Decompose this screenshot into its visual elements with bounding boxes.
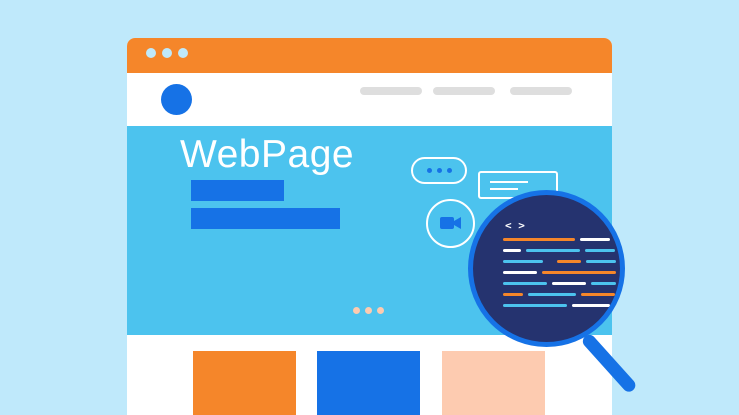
window-dot-2[interactable]	[162, 48, 172, 58]
hero-placeholder-bar-long	[191, 208, 340, 229]
pagination-dot-2[interactable]	[365, 307, 372, 314]
chat-dots-icon	[411, 157, 467, 184]
hero-placeholder-bar-short	[191, 180, 284, 201]
logo-circle[interactable]	[161, 84, 192, 115]
content-card-peach[interactable]	[442, 351, 545, 415]
content-card-orange[interactable]	[193, 351, 296, 415]
window-dot-1[interactable]	[146, 48, 156, 58]
window-dot-3[interactable]	[178, 48, 188, 58]
title-bar	[127, 38, 612, 73]
hero-title: WebPage	[180, 133, 355, 176]
magnifier-icon: < >	[468, 190, 625, 347]
code-brackets-icon: < >	[505, 219, 525, 232]
nav-link-2[interactable]	[433, 87, 495, 95]
pagination-dot-1[interactable]	[353, 307, 360, 314]
nav-bar	[127, 73, 612, 126]
pagination-dot-3[interactable]	[377, 307, 384, 314]
video-camera-icon[interactable]	[426, 199, 475, 248]
content-card-blue[interactable]	[317, 351, 420, 415]
nav-link-1[interactable]	[360, 87, 422, 95]
nav-link-3[interactable]	[510, 87, 572, 95]
